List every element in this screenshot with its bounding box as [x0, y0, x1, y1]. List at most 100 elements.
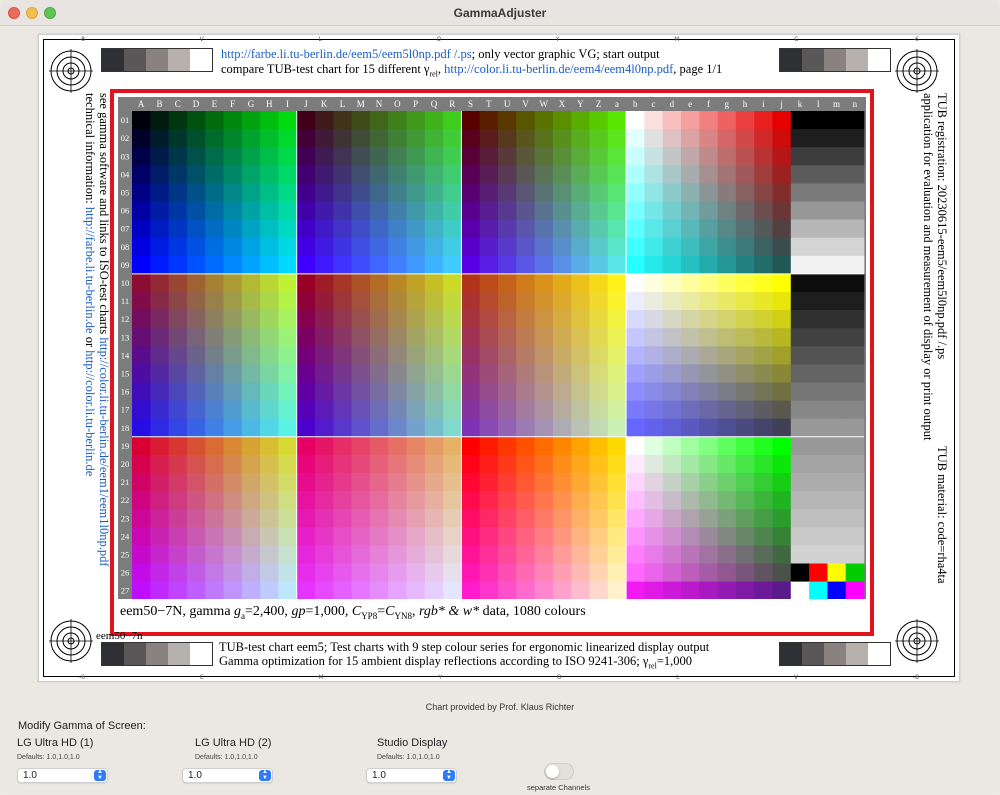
color-patch [351, 201, 371, 220]
display-2-gamma-select[interactable]: 1.0 ▲ ▼ [182, 768, 273, 783]
left-text-2: technical information: [83, 93, 97, 207]
color-patch [607, 346, 627, 365]
color-patch [479, 563, 499, 582]
color-patch [424, 418, 444, 438]
display-2-name: LG Ultra HD (2) [195, 737, 272, 749]
color-patch [333, 310, 352, 329]
color-patch [241, 491, 261, 510]
color-patch [662, 364, 682, 383]
color-patch [132, 581, 151, 599]
color-patch [662, 454, 682, 474]
color-patch [516, 147, 535, 166]
left-side-text-2: technical information: http://farbe.li.t… [83, 93, 97, 476]
color-patch [168, 527, 188, 546]
color-patch [406, 545, 426, 564]
header-link-1[interactable]: http://farbe.li.tu-berlin.de/eem5/eem5l0… [221, 47, 472, 61]
color-patch [626, 165, 645, 184]
color-patch [772, 545, 792, 564]
separate-channels-toggle[interactable] [544, 763, 574, 780]
color-patch [571, 364, 590, 383]
color-patch [369, 201, 389, 220]
column-label: Z [596, 99, 602, 109]
color-patch [205, 527, 224, 546]
row-label: 12 [121, 314, 130, 324]
color-patch [132, 129, 151, 148]
color-patch [424, 201, 444, 220]
color-patch [845, 346, 865, 365]
color-patch [296, 165, 316, 184]
color-patch [150, 129, 169, 148]
color-patch [827, 273, 847, 293]
color-patch [351, 581, 371, 599]
color-patch [388, 147, 407, 166]
color-patch [296, 436, 316, 456]
color-patch [315, 310, 334, 329]
color-patch [223, 454, 243, 474]
edge-mark: -6 [912, 36, 919, 43]
color-patch [388, 491, 407, 510]
color-patch [644, 563, 664, 582]
color-patch [644, 436, 664, 456]
color-patch [552, 183, 572, 202]
color-patch [717, 273, 737, 293]
color-patch [315, 545, 334, 564]
color-patch [205, 147, 224, 166]
color-patch [662, 310, 682, 329]
color-patch [241, 563, 261, 582]
color-patch [754, 491, 773, 510]
display-3-gamma-select[interactable]: 1.0 ▲ ▼ [366, 768, 457, 783]
color-patch [461, 418, 481, 438]
left-link-1[interactable]: http://color.li.tu-berlin.de/eem1/eem1l0… [97, 337, 111, 566]
color-patch [315, 346, 334, 365]
header-link-2[interactable]: http://color.li.tu-berlin.de/eem4/eem4l0… [444, 62, 673, 76]
color-patch [681, 346, 700, 365]
left-link-3[interactable]: http://color.li.tu-berlin.de [83, 350, 97, 476]
color-patch [443, 545, 462, 564]
color-patch [443, 364, 462, 383]
color-patch [132, 165, 151, 184]
color-patch [589, 183, 609, 202]
column-label: W [540, 99, 549, 109]
color-patch [571, 219, 590, 239]
color-patch [735, 436, 755, 456]
color-patch [516, 346, 535, 365]
color-patch [534, 328, 554, 347]
header-tail: , page 1/1 [673, 62, 723, 76]
column-label: d [670, 99, 675, 109]
color-patch [132, 255, 151, 275]
color-patch [443, 400, 462, 420]
color-patch [205, 509, 224, 528]
left-link-2[interactable]: http://farbe.li.tu-berlin.de [83, 207, 97, 334]
color-patch [186, 545, 206, 564]
modify-gamma-label: Modify Gamma of Screen: [18, 720, 146, 732]
color-patch [681, 183, 700, 202]
color-patch [132, 310, 151, 329]
color-patch [296, 382, 316, 401]
color-patch [168, 147, 188, 166]
color-patch [168, 563, 188, 582]
color-patch [461, 436, 481, 456]
color-patch [241, 364, 261, 383]
color-patch [315, 473, 334, 492]
color-patch [333, 147, 352, 166]
color-patch [754, 563, 773, 582]
color-patch [278, 328, 298, 347]
color-patch [790, 183, 810, 202]
color-patch [241, 346, 261, 365]
color-patch [644, 201, 664, 220]
edge-marks-top: -8 V L O Y M C -6 [79, 36, 919, 43]
chart-area: http://farbe.li.tu-berlin.de/eem5/eem5l0… [0, 27, 1000, 695]
color-patch [132, 328, 151, 347]
color-patch [296, 237, 316, 257]
color-patch [351, 563, 371, 582]
display-1-gamma-select[interactable]: 1.0 ▲ ▼ [17, 768, 108, 783]
color-patch [735, 491, 755, 510]
color-patch [607, 509, 627, 528]
color-patch [388, 509, 407, 528]
color-patch [205, 382, 224, 401]
registration-target-icon [49, 49, 93, 93]
color-patch [699, 219, 718, 239]
color-patch [571, 292, 590, 311]
color-patch [296, 581, 316, 599]
color-patch [790, 346, 810, 365]
